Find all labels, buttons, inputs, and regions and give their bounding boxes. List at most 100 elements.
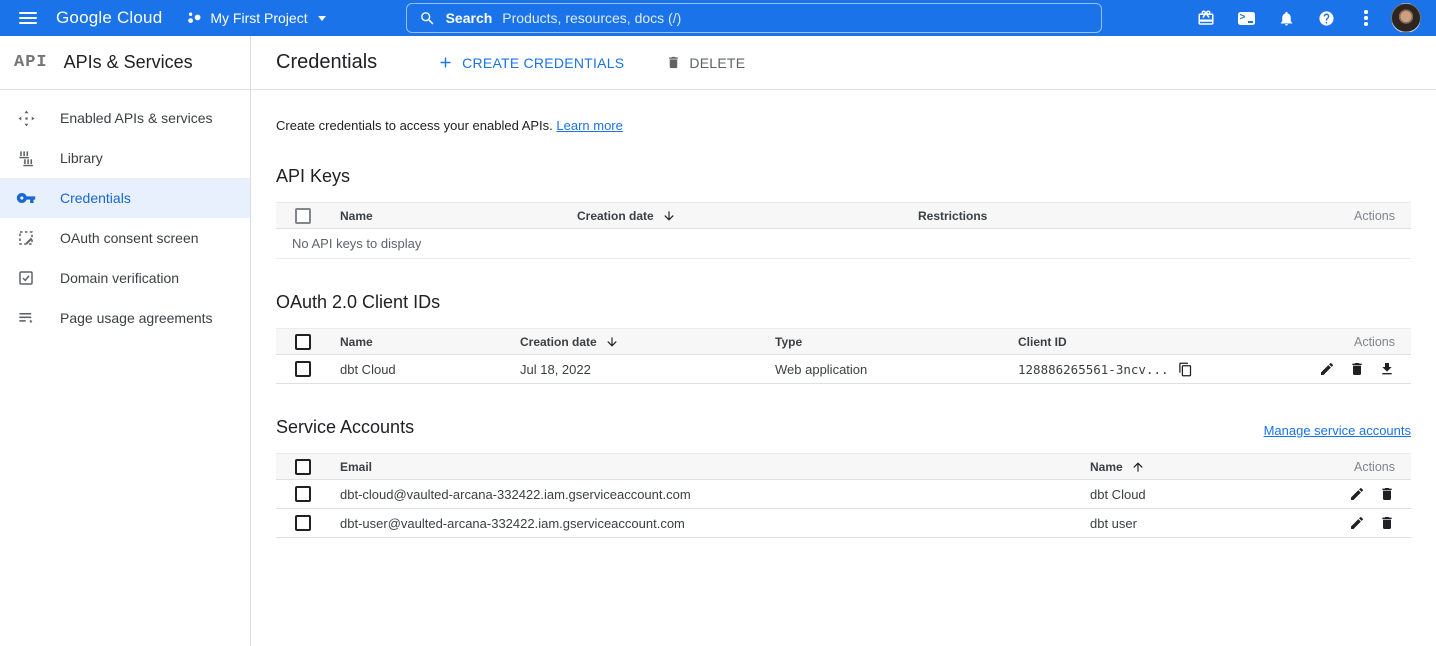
sidebar-item-label: Credentials bbox=[60, 190, 131, 206]
sidebar-item-label: Library bbox=[60, 150, 103, 166]
cloud-shell-icon[interactable]: > bbox=[1226, 0, 1266, 36]
row-actions bbox=[1316, 486, 1411, 503]
intro-text: Create credentials to access your enable… bbox=[276, 118, 1411, 133]
plus-icon bbox=[437, 54, 454, 71]
column-header-name[interactable]: Name bbox=[340, 209, 577, 223]
row-checkbox[interactable] bbox=[295, 486, 311, 502]
project-selector[interactable]: My First Project bbox=[186, 10, 325, 26]
copy-icon[interactable] bbox=[1177, 361, 1194, 378]
column-header-actions: Actions bbox=[1316, 460, 1411, 474]
sidebar-item-label: Enabled APIs & services bbox=[60, 110, 213, 126]
api-keys-title: API Keys bbox=[276, 166, 1411, 187]
delete-trash-icon[interactable] bbox=[1378, 486, 1395, 503]
content: Create credentials to access your enable… bbox=[251, 118, 1436, 538]
download-icon[interactable] bbox=[1378, 361, 1395, 378]
column-header-creation-date[interactable]: Creation date bbox=[577, 209, 918, 223]
api-keys-empty-message: No API keys to display bbox=[276, 229, 1411, 259]
row-checkbox[interactable] bbox=[295, 515, 311, 531]
sidebar-item-label: Domain verification bbox=[60, 270, 179, 286]
menu-icon[interactable] bbox=[8, 0, 48, 36]
row-actions bbox=[1299, 361, 1411, 378]
sidebar-item-page-usage-agreements[interactable]: Page usage agreements bbox=[0, 298, 250, 338]
row-actions bbox=[1316, 515, 1411, 532]
sidebar-item-domain-verification[interactable]: Domain verification bbox=[0, 258, 250, 298]
promotions-gift-icon[interactable] bbox=[1186, 0, 1226, 36]
agreements-icon bbox=[16, 308, 36, 328]
sidebar-item-library[interactable]: Library bbox=[0, 138, 250, 178]
service-accounts-table: Email Name Actions dbt-cloud@vaulted-arc… bbox=[276, 453, 1411, 538]
column-header-name[interactable]: Name bbox=[1090, 460, 1316, 474]
edit-pencil-icon[interactable] bbox=[1348, 515, 1365, 532]
service-account-name: dbt user bbox=[1090, 516, 1316, 531]
column-header-name[interactable]: Name bbox=[340, 335, 520, 349]
oauth-header-row: Name Creation date Type Client ID Action… bbox=[276, 328, 1411, 355]
select-all-checkbox[interactable] bbox=[295, 334, 311, 350]
dashboard-icon bbox=[16, 108, 36, 128]
select-all-checkbox[interactable] bbox=[295, 208, 311, 224]
oauth-client-type: Web application bbox=[775, 362, 1018, 377]
notifications-bell-icon[interactable] bbox=[1266, 0, 1306, 36]
search-placeholder: Products, resources, docs (/) bbox=[502, 10, 681, 26]
topbar-actions: > bbox=[1186, 0, 1426, 36]
search-label: Search bbox=[446, 10, 493, 26]
oauth-client-id: 128886265561-3ncv... bbox=[1018, 361, 1299, 378]
column-header-actions: Actions bbox=[1321, 209, 1411, 223]
service-account-email[interactable]: dbt-user@vaulted-arcana-332422.iam.gserv… bbox=[340, 516, 1090, 531]
page-title: Credentials bbox=[276, 51, 377, 74]
edit-pencil-icon[interactable] bbox=[1318, 361, 1335, 378]
column-header-actions: Actions bbox=[1299, 335, 1411, 349]
key-icon bbox=[16, 188, 36, 208]
column-header-type[interactable]: Type bbox=[775, 335, 1018, 349]
table-row: dbt-user@vaulted-arcana-332422.iam.gserv… bbox=[276, 509, 1411, 538]
chevron-down-icon bbox=[318, 16, 326, 21]
sidebar-item-label: OAuth consent screen bbox=[60, 230, 199, 246]
column-header-email[interactable]: Email bbox=[340, 460, 1090, 474]
api-keys-table: Name Creation date Restrictions Actions … bbox=[276, 202, 1411, 259]
domain-verification-icon bbox=[16, 268, 36, 288]
page-header: Credentials CREATE CREDENTIALS DELETE bbox=[251, 36, 1436, 90]
learn-more-link[interactable]: Learn more bbox=[556, 118, 622, 133]
service-accounts-header: Service Accounts Manage service accounts bbox=[276, 417, 1411, 438]
service-accounts-header-row: Email Name Actions bbox=[276, 453, 1411, 480]
edit-pencil-icon[interactable] bbox=[1348, 486, 1365, 503]
more-vertical-icon[interactable] bbox=[1346, 0, 1386, 36]
project-name: My First Project bbox=[210, 10, 307, 26]
table-row: dbt-cloud@vaulted-arcana-332422.iam.gser… bbox=[276, 480, 1411, 509]
manage-service-accounts-link[interactable]: Manage service accounts bbox=[1264, 423, 1411, 438]
delete-trash-icon[interactable] bbox=[1378, 515, 1395, 532]
oauth-clients-table: Name Creation date Type Client ID Action… bbox=[276, 328, 1411, 384]
create-credentials-button[interactable]: CREATE CREDENTIALS bbox=[429, 48, 632, 77]
search-input[interactable]: Search Products, resources, docs (/) bbox=[406, 3, 1102, 33]
service-accounts-title: Service Accounts bbox=[276, 417, 414, 438]
sort-asc-icon bbox=[1131, 460, 1145, 474]
sidebar-item-oauth-consent[interactable]: OAuth consent screen bbox=[0, 218, 250, 258]
row-checkbox[interactable] bbox=[295, 361, 311, 377]
sidebar-header: API APIs & Services bbox=[0, 36, 250, 90]
sidebar-item-label: Page usage agreements bbox=[60, 310, 213, 326]
delete-button[interactable]: DELETE bbox=[658, 49, 753, 77]
column-header-client-id[interactable]: Client ID bbox=[1018, 335, 1299, 349]
sidebar-title: APIs & Services bbox=[64, 52, 193, 73]
sidebar-item-enabled-apis[interactable]: Enabled APIs & services bbox=[0, 98, 250, 138]
library-icon bbox=[16, 148, 36, 168]
account-avatar[interactable] bbox=[1386, 0, 1426, 36]
sort-desc-icon bbox=[605, 335, 619, 349]
service-account-email[interactable]: dbt-cloud@vaulted-arcana-332422.iam.gser… bbox=[340, 487, 1090, 502]
help-icon[interactable] bbox=[1306, 0, 1346, 36]
delete-trash-icon[interactable] bbox=[1348, 361, 1365, 378]
sort-desc-icon bbox=[662, 209, 676, 223]
oauth-client-name[interactable]: dbt Cloud bbox=[340, 362, 520, 377]
sidebar-nav: Enabled APIs & services Library Credenti… bbox=[0, 90, 250, 338]
search-icon bbox=[419, 10, 436, 27]
column-header-creation-date[interactable]: Creation date bbox=[520, 335, 775, 349]
select-all-checkbox[interactable] bbox=[295, 459, 311, 475]
oauth-clients-title: OAuth 2.0 Client IDs bbox=[276, 292, 1411, 313]
sidebar: API APIs & Services Enabled APIs & servi… bbox=[0, 36, 251, 646]
consent-screen-icon bbox=[16, 228, 36, 248]
main-area: Credentials CREATE CREDENTIALS DELETE Cr… bbox=[251, 36, 1436, 646]
table-row: dbt Cloud Jul 18, 2022 Web application 1… bbox=[276, 355, 1411, 384]
column-header-restrictions[interactable]: Restrictions bbox=[918, 209, 1321, 223]
oauth-client-creation-date: Jul 18, 2022 bbox=[520, 362, 775, 377]
sidebar-item-credentials[interactable]: Credentials bbox=[0, 178, 250, 218]
google-cloud-logo[interactable]: Google Cloud bbox=[56, 8, 162, 28]
